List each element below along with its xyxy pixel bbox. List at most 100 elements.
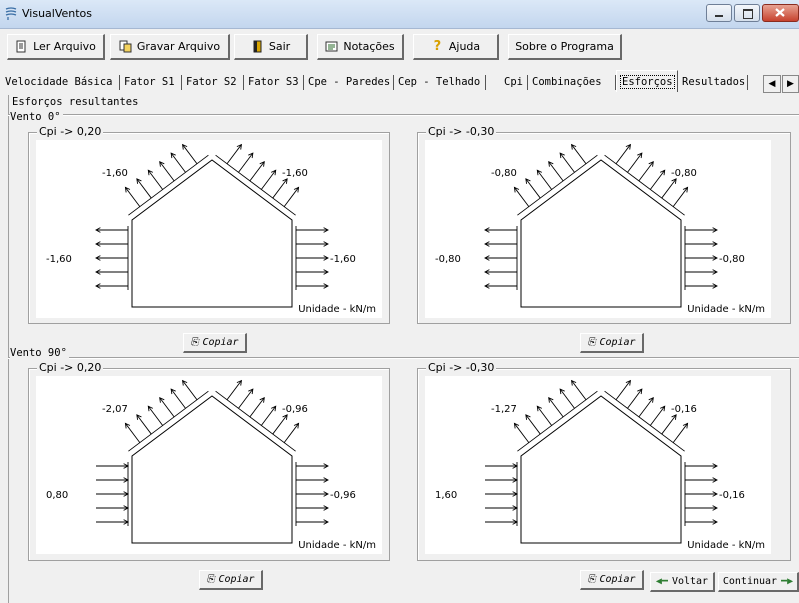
roof-left-value: -1,60 xyxy=(102,168,128,179)
load-diagram-group: Cpi -> 0,20 -2,07 -0,96 0,80 -0,96 Unidade - … xyxy=(28,361,390,561)
help-label: Ajuda xyxy=(448,40,481,53)
force-arrow xyxy=(272,178,288,199)
force-arrow xyxy=(627,152,643,173)
roof-load-baseline xyxy=(128,154,209,216)
building-outline xyxy=(131,159,293,308)
roof-load-baseline xyxy=(517,390,598,452)
force-arrow xyxy=(571,144,587,165)
roof-load-baseline xyxy=(215,390,296,452)
minimize-button[interactable] xyxy=(706,4,732,22)
load-diagram: -1,60 -1,60 -1,60 -1,60 Unidade - kN/m xyxy=(46,143,376,315)
copy-button[interactable]: ⎘ Copiar xyxy=(183,333,247,353)
roof-load-baseline xyxy=(215,154,296,216)
force-arrow xyxy=(283,423,299,443)
about-label: Sobre o Programa xyxy=(515,40,614,53)
copy-icon: ⎘ xyxy=(190,337,199,348)
load-diagram-canvas: -0,80 -0,80 -0,80 -0,80 Unidade - kN/m xyxy=(425,140,771,318)
roof-load-baseline xyxy=(128,390,209,452)
tab-4[interactable]: Cpe - Paredes xyxy=(304,73,394,92)
tab-label: Velocidade Básica xyxy=(5,76,113,88)
tab-7[interactable]: Combinações xyxy=(528,73,616,92)
copy-label: Copiar xyxy=(202,337,239,348)
tab-label: Combinações xyxy=(532,76,602,88)
force-arrow xyxy=(525,178,541,199)
force-arrow xyxy=(525,414,541,435)
wall-left-value: -1,60 xyxy=(46,254,72,265)
copy-icon: ⎘ xyxy=(206,574,215,585)
maximize-button[interactable] xyxy=(734,4,760,22)
load-diagram-group: Cpi -> -0,30 -1,27 -0,16 1,60 -0,16 Unidade -… xyxy=(417,361,791,561)
tab-separator xyxy=(747,75,748,90)
tab-9[interactable]: Resultados xyxy=(678,73,748,92)
building-outline xyxy=(131,395,293,544)
force-arrow xyxy=(182,144,198,165)
copy-label: Copiar xyxy=(218,574,255,585)
tab-3[interactable]: Fator S3 xyxy=(244,73,304,92)
tab-label: Resultados xyxy=(682,76,746,88)
copy-button[interactable]: ⎘ Copiar xyxy=(580,333,644,353)
roof-right-value: -0,16 xyxy=(671,404,697,415)
open-file-button[interactable]: Ler Arquivo xyxy=(7,34,105,60)
tab-label: Fator S2 xyxy=(186,76,237,88)
tab-6[interactable]: Cpi xyxy=(500,73,528,92)
save-file-icon xyxy=(119,40,132,53)
open-file-icon xyxy=(16,40,26,53)
back-button[interactable]: ◀━ Voltar xyxy=(650,572,715,592)
roof-right-value: -0,80 xyxy=(671,168,697,179)
force-arrow xyxy=(159,161,175,182)
roof-load-baseline xyxy=(517,154,598,216)
content-border xyxy=(8,95,9,603)
copy-button[interactable]: ⎘ Copiar xyxy=(199,570,263,590)
force-arrow xyxy=(238,152,254,173)
force-arrow xyxy=(226,380,242,401)
group-title: Cpi -> -0,30 xyxy=(426,125,497,138)
force-arrow xyxy=(672,187,688,207)
load-diagram-canvas: -1,60 -1,60 -1,60 -1,60 Unidade - kN/m xyxy=(36,140,382,318)
force-arrow xyxy=(536,170,553,190)
force-arrow xyxy=(661,178,677,199)
load-diagram-canvas: -2,07 -0,96 0,80 -0,96 Unidade - kN/m xyxy=(36,376,382,554)
roof-left-value: -2,07 xyxy=(102,404,128,415)
tab-label: Fator S1 xyxy=(124,76,175,88)
back-label: Voltar xyxy=(671,576,709,587)
about-button[interactable]: Sobre o Programa xyxy=(508,34,622,60)
load-diagram: -1,27 -0,16 1,60 -0,16 Unidade - kN/m xyxy=(435,379,765,551)
building-outline xyxy=(520,159,682,308)
force-arrow xyxy=(125,423,141,443)
tab-5[interactable]: Cep - Telhado xyxy=(394,73,486,92)
building-outline xyxy=(520,395,682,544)
force-arrow xyxy=(559,388,575,409)
save-file-button[interactable]: Gravar Arquivo xyxy=(110,34,230,60)
force-arrow xyxy=(147,170,164,190)
tab-label: Cpi xyxy=(504,76,523,88)
force-arrow xyxy=(548,397,564,418)
notations-button[interactable]: Notações xyxy=(317,34,404,60)
help-button[interactable]: ? Ajuda xyxy=(413,34,499,60)
tab-8[interactable]: Esforços xyxy=(616,70,678,92)
group-title: Cpi -> 0,20 xyxy=(37,361,104,374)
copy-label: Copiar xyxy=(599,337,636,348)
tab-strip: Velocidade Básica Fator S1 Fator S2 Fator S… xyxy=(0,70,799,92)
force-arrow xyxy=(260,406,277,426)
maximize-icon xyxy=(743,9,753,19)
copy-button[interactable]: ⎘ Copiar xyxy=(580,570,644,590)
close-button[interactable] xyxy=(762,4,799,22)
force-arrow xyxy=(260,170,277,190)
separator xyxy=(8,114,799,116)
continue-button[interactable]: Continuar ━▶ xyxy=(718,572,799,592)
force-arrow xyxy=(514,187,530,207)
tab-2[interactable]: Fator S2 xyxy=(182,73,244,92)
force-arrow xyxy=(627,388,643,409)
app-icon xyxy=(5,7,17,20)
wind-90-label: Vento 90° xyxy=(10,347,69,359)
notes-icon xyxy=(325,41,338,52)
tab-scroll-right-button[interactable]: ▶ xyxy=(782,75,799,93)
copy-icon: ⎘ xyxy=(587,574,596,585)
tab-1[interactable]: Fator S1 xyxy=(120,73,182,92)
tab-scroll-left-button[interactable]: ◀ xyxy=(763,75,781,93)
force-arrow xyxy=(249,161,265,182)
exit-button[interactable]: Sair xyxy=(234,34,308,60)
unit-label: Unidade - kN/m xyxy=(298,304,376,315)
tab-0[interactable]: Velocidade Básica xyxy=(1,73,120,92)
tab-separator xyxy=(485,75,486,90)
